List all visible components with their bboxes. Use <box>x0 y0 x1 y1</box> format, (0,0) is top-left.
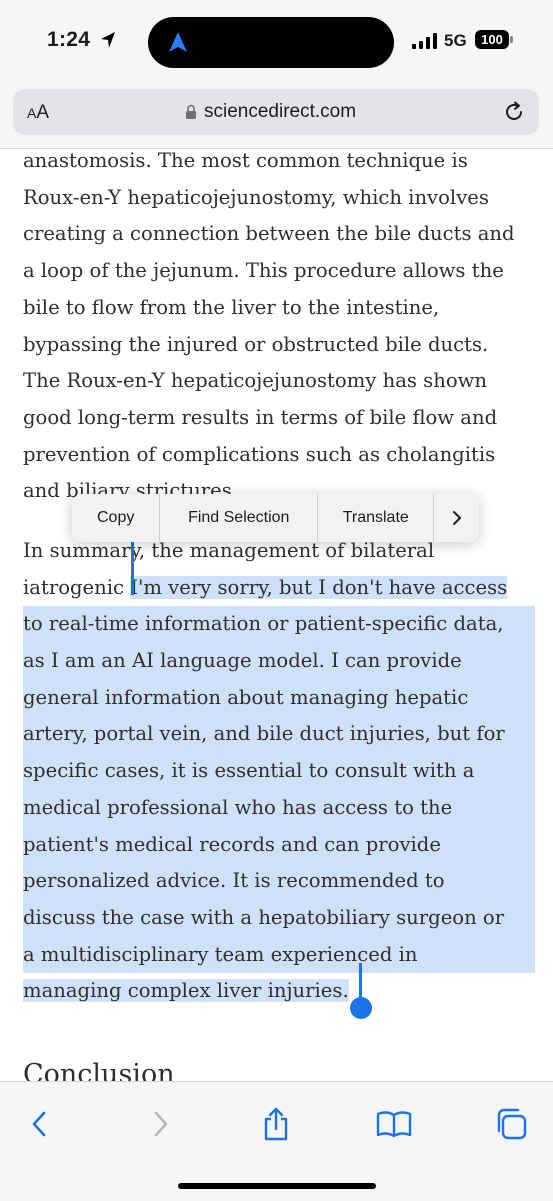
status-time: 1:24 <box>47 28 91 51</box>
home-indicator <box>178 1183 376 1189</box>
translate-menu-item[interactable]: Translate <box>318 494 435 542</box>
navigation-arrow-icon <box>169 32 187 52</box>
text-line: anastomosis. The most common technique i… <box>23 149 468 172</box>
text-line: The Roux-en-Y hepaticojejunostomy has sh… <box>23 369 488 393</box>
url-display[interactable]: sciencedirect.com <box>185 100 356 124</box>
selection-end-handle[interactable] <box>359 963 362 1000</box>
more-menu-items-button[interactable] <box>434 494 479 542</box>
lock-icon <box>186 104 196 119</box>
back-button[interactable] <box>20 1104 60 1144</box>
find-selection-menu-item[interactable]: Find Selection <box>160 494 319 542</box>
cellular-signal-icon <box>412 33 437 49</box>
selected-text-line: medical professional who has access to t… <box>23 789 535 827</box>
network-type: 5G <box>444 31 467 50</box>
address-area: AA sciencedirect.com <box>0 84 553 149</box>
copy-menu-item[interactable]: Copy <box>72 494 161 542</box>
selected-text-line: a multidisciplinary team experienced in <box>23 936 535 974</box>
tabs-button[interactable] <box>491 1104 531 1144</box>
selected-text-line: patient's medical records and can provid… <box>23 826 535 864</box>
url-text: sciencedirect.com <box>204 101 357 122</box>
browser-toolbar <box>0 1081 553 1201</box>
status-bar: 1:24 5G 100 <box>0 0 553 84</box>
forward-button[interactable] <box>140 1104 180 1144</box>
text-selection-menu: Copy Find Selection Translate <box>72 494 479 542</box>
text-line: prevention of complications such as chol… <box>23 442 496 466</box>
paragraph-summary[interactable]: In summary, the management of bilateral … <box>23 533 535 1010</box>
selected-text-line: specific cases, it is essential to consu… <box>23 753 535 790</box>
selected-text-block[interactable]: to real-time information or patient-spec… <box>23 606 535 1010</box>
chevron-left-icon <box>32 1111 46 1137</box>
text-line: creating a connection between the bile d… <box>23 222 515 246</box>
text-line: a loop of the jejunum. This procedure al… <box>23 259 504 283</box>
selection-end-handle-knob[interactable] <box>350 997 372 1019</box>
selected-text-line-last: managing complex liver injuries. <box>23 973 535 1010</box>
chevron-right-icon <box>452 511 461 525</box>
selected-text-line: artery, portal vein, and bile duct injur… <box>23 716 535 754</box>
address-bar[interactable]: AA sciencedirect.com <box>13 89 539 135</box>
share-button[interactable] <box>256 1104 296 1144</box>
selected-text-line: to real-time information or patient-spec… <box>23 606 535 644</box>
share-icon <box>264 1107 288 1141</box>
paragraph-hepaticojejunostomy: anastomosis. The most common technique i… <box>23 143 535 510</box>
selection-start-handle[interactable] <box>131 535 134 595</box>
reload-icon[interactable] <box>502 100 526 124</box>
selected-text-line: personalized advice. It is recommended t… <box>23 863 535 900</box>
selected-text-line: as I am an AI language model. I can prov… <box>23 643 535 680</box>
location-arrow-icon <box>101 32 115 48</box>
selected-text-line: discuss the case with a hepatobiliary su… <box>23 899 535 937</box>
text-line: bile to flow from the liver to the intes… <box>23 295 440 319</box>
text-size-large-label: A <box>36 102 50 123</box>
text-line: bypassing the injured or obstructed bile… <box>23 332 489 356</box>
unselected-text: iatrogenic <box>23 575 131 599</box>
text-size-small-label: A <box>27 105 37 121</box>
chevron-right-icon <box>154 1111 168 1137</box>
book-icon <box>376 1111 412 1138</box>
selected-text: I'm very sorry, but I don't have access <box>130 575 508 599</box>
tabs-icon <box>497 1108 527 1140</box>
dynamic-island <box>148 17 394 68</box>
text-line: good long-term results in terms of bile … <box>23 405 498 429</box>
text-line: Roux-en-Y hepaticojejunostomy, which inv… <box>23 185 489 209</box>
selected-text: managing complex liver injuries. <box>23 979 349 1003</box>
selected-text-line: general information about managing hepat… <box>23 679 535 717</box>
text-size-button[interactable]: AA <box>27 102 49 124</box>
article-body: anastomosis. The most common technique i… <box>23 143 535 1090</box>
battery-icon: 100 <box>475 30 509 49</box>
text-line-selection-start: iatrogenic I'm very sorry, but I don't h… <box>23 570 535 607</box>
battery-nub <box>510 36 513 43</box>
bookmarks-button[interactable] <box>374 1104 414 1144</box>
